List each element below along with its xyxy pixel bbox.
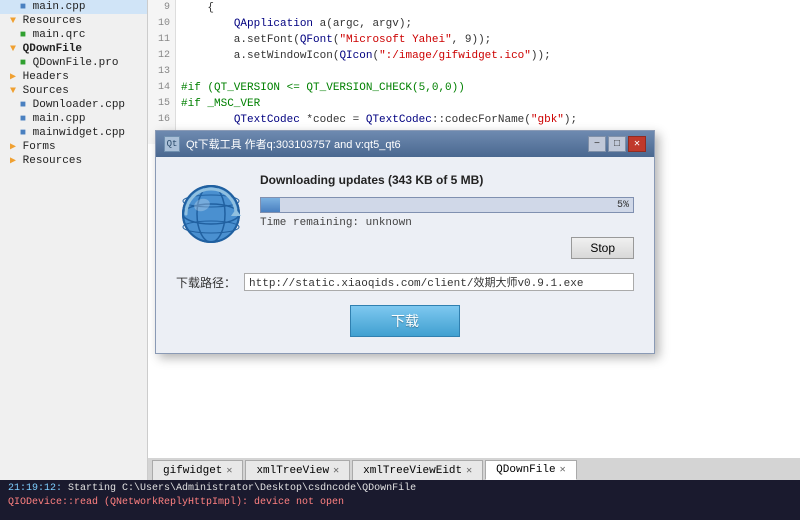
code-line-9: 9 { — [148, 0, 800, 16]
globe-icon — [176, 179, 246, 253]
sidebar-item-resources-bottom[interactable]: ▶ Resources — [0, 154, 147, 168]
sidebar-item-resources-top[interactable]: ▼ Resources — [0, 14, 147, 28]
download-dialog: Qt Qt下载工具 作者q:303103757 and v:qt5_qt6 − … — [155, 130, 655, 354]
progress-percent: 5% — [617, 198, 629, 214]
code-line-10: 10 QApplication a(argc, argv); — [148, 16, 800, 32]
code-line-16: 16 QTextCodec *codec = QTextCodec::codec… — [148, 112, 800, 128]
sidebar-item-sources[interactable]: ▼ Sources — [0, 84, 147, 98]
tab-qdownfile[interactable]: QDownFile ✕ — [485, 460, 576, 480]
dialog-window-controls: − □ ✕ — [588, 136, 646, 152]
dialog-title-left: Qt Qt下载工具 作者q:303103757 and v:qt5_qt6 — [164, 136, 401, 152]
tab-gifwidget[interactable]: gifwidget ✕ — [152, 460, 243, 480]
progress-bar-container: 5% — [260, 197, 634, 213]
sidebar-item-forms[interactable]: ▶ Forms — [0, 140, 147, 154]
sidebar-item-mainwidget-cpp[interactable]: ■ mainwidget.cpp — [0, 126, 147, 140]
url-section: 下载路径： — [176, 273, 634, 291]
status-line-2: QIODevice::read (QNetworkReplyHttpImpl):… — [8, 496, 792, 510]
tab-close-xmltreevieweidt[interactable]: ✕ — [466, 465, 472, 477]
tab-close-qdownfile[interactable]: ✕ — [560, 464, 566, 476]
maximize-button[interactable]: □ — [608, 136, 626, 152]
sidebar-item-qdownfile[interactable]: ▼ QDownFile — [0, 42, 147, 56]
code-line-13: 13 — [148, 64, 800, 80]
sidebar-item-downloader-cpp[interactable]: ■ Downloader.cpp — [0, 98, 147, 112]
status-bar: 21:19:12: Starting C:\Users\Administrato… — [0, 480, 800, 520]
tab-xmltreevieweidt[interactable]: xmlTreeViewEidt ✕ — [352, 460, 483, 480]
download-info: Downloading updates (343 KB of 5 MB) 5% … — [260, 173, 634, 259]
dialog-app-icon: Qt — [164, 136, 180, 152]
stop-btn-row: Stop — [260, 237, 634, 259]
dialog-titlebar: Qt Qt下载工具 作者q:303103757 and v:qt5_qt6 − … — [156, 131, 654, 157]
sidebar-item-main-cpp[interactable]: ■ main.cpp — [0, 0, 147, 14]
tab-close-gifwidget[interactable]: ✕ — [226, 465, 232, 477]
stop-button[interactable]: Stop — [571, 237, 634, 259]
dialog-body: Downloading updates (343 KB of 5 MB) 5% … — [156, 157, 654, 353]
minimize-button[interactable]: − — [588, 136, 606, 152]
bottom-tabs: gifwidget ✕ xmlTreeView ✕ xmlTreeViewEid… — [148, 458, 800, 480]
dialog-title-text: Qt下载工具 作者q:303103757 and v:qt5_qt6 — [186, 136, 401, 152]
sidebar-item-main-qrc[interactable]: ■ main.qrc — [0, 28, 147, 42]
tab-xmltreeview[interactable]: xmlTreeView ✕ — [245, 460, 350, 480]
download-btn-row: 下载 — [176, 305, 634, 337]
code-line-11: 11 a.setFont(QFont("Microsoft Yahei", 9)… — [148, 32, 800, 48]
sidebar: ■ main.cpp ▼ Resources ■ main.qrc ▼ QDow… — [0, 0, 148, 480]
url-input[interactable] — [244, 273, 634, 291]
time-remaining: Time remaining: unknown — [260, 217, 634, 229]
status-line-1: 21:19:12: Starting C:\Users\Administrato… — [8, 482, 792, 496]
close-button[interactable]: ✕ — [628, 136, 646, 152]
url-label: 下载路径： — [176, 274, 236, 291]
tab-close-xmltreeview[interactable]: ✕ — [333, 465, 339, 477]
sidebar-item-main-cpp2[interactable]: ■ main.cpp — [0, 112, 147, 126]
code-line-14: 14 #if (QT_VERSION <= QT_VERSION_CHECK(5… — [148, 80, 800, 96]
download-title: Downloading updates (343 KB of 5 MB) — [260, 173, 634, 187]
progress-fill — [261, 198, 280, 212]
download-button[interactable]: 下载 — [350, 305, 460, 337]
sidebar-item-headers[interactable]: ▶ Headers — [0, 70, 147, 84]
download-section: Downloading updates (343 KB of 5 MB) 5% … — [176, 173, 634, 259]
sidebar-item-pro[interactable]: ■ QDownFile.pro — [0, 56, 147, 70]
code-line-12: 12 a.setWindowIcon(QIcon(":/image/gifwid… — [148, 48, 800, 64]
code-line-15: 15 #if _MSC_VER — [148, 96, 800, 112]
